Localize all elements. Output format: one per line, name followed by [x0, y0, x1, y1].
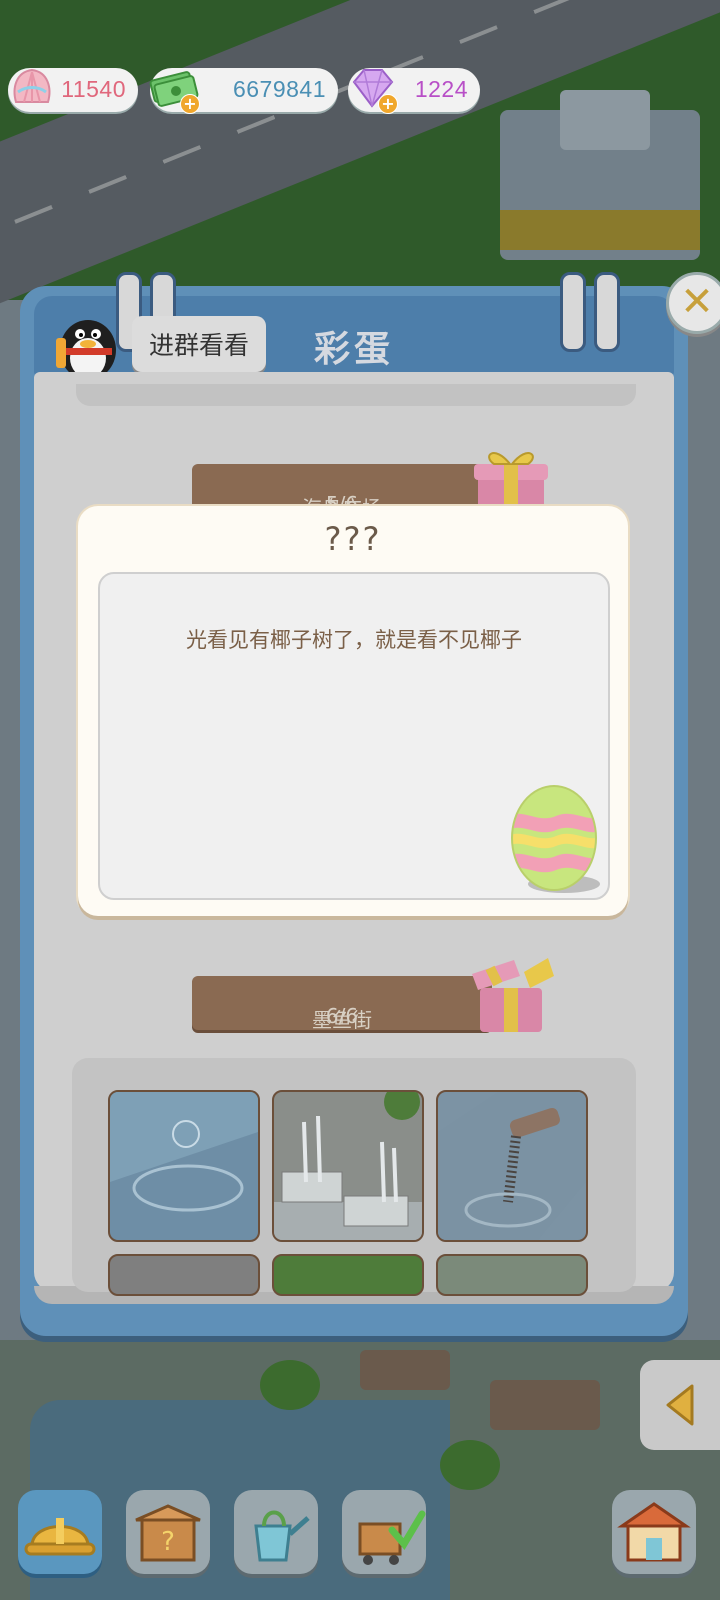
hint-text: 光看见有椰子树了，就是看不见椰子 [186, 628, 522, 652]
mystery-box-icon: ? [135, 1504, 201, 1562]
panel-header: 彩蛋 进群看看 [34, 272, 674, 380]
shell-icon [13, 68, 51, 103]
watering-can-icon [254, 1510, 310, 1562]
egg-thumbnail-pipe[interactable] [436, 1090, 588, 1242]
egg-thumbnail[interactable] [272, 1254, 424, 1296]
kiosk [360, 1350, 450, 1390]
join-group-label: 进群看看 [148, 331, 249, 360]
close-button[interactable]: ✕ [666, 272, 720, 334]
squid-street-egg-grid [72, 1058, 636, 1296]
add-gem-icon[interactable]: + [378, 94, 398, 114]
shell-amount: 11540 [61, 76, 126, 102]
gem-amount: 1224 [414, 76, 468, 102]
egg-hint-dialog[interactable]: ??? 光看见有椰子树了，就是看不见椰子 [78, 506, 628, 916]
dialog-content: 光看见有椰子树了，就是看不见椰子 [98, 572, 610, 900]
section-progress: 6/6 [325, 1004, 359, 1028]
egg-thumbnail-bubble[interactable] [108, 1090, 260, 1242]
svg-text:?: ? [161, 1527, 175, 1557]
gem-counter[interactable]: + 1224 [348, 68, 480, 114]
egg-thumbnail[interactable] [436, 1254, 588, 1296]
mystery-box-button[interactable]: ? [126, 1490, 210, 1574]
egg-thumbnail-fountain[interactable] [272, 1090, 424, 1242]
tree [260, 1360, 320, 1410]
helmet-icon [24, 1518, 96, 1556]
delivery-button[interactable] [342, 1490, 426, 1574]
close-icon: ✕ [680, 279, 714, 325]
fountain-planter-icon [274, 1092, 422, 1240]
shop-button[interactable] [612, 1490, 696, 1574]
arrow-left-icon [666, 1384, 694, 1426]
add-cash-icon[interactable]: + [180, 94, 200, 114]
watering-button[interactable] [234, 1490, 318, 1574]
building [500, 90, 700, 260]
side-expand-button[interactable] [640, 1360, 720, 1450]
tree [440, 1440, 500, 1490]
join-group-button[interactable]: 进群看看 [132, 316, 266, 372]
cafe-tables [490, 1380, 600, 1430]
delivery-cart-icon [358, 1510, 426, 1565]
drain-pipe-icon [438, 1092, 586, 1240]
opened-gift-box-icon[interactable] [464, 950, 560, 1038]
panel-title: 彩蛋 [313, 329, 394, 370]
easter-egg-icon [511, 785, 600, 893]
shop-icon [617, 1502, 691, 1562]
shell-counter[interactable]: 11540 [8, 68, 138, 112]
cash-amount: 6679841 [232, 76, 326, 102]
cash-counter[interactable]: + 6679841 [149, 68, 338, 114]
bubble-puddle-icon [110, 1092, 258, 1212]
build-button[interactable] [18, 1490, 102, 1574]
section-header-squid-street: 墨鱼街 6/6 [192, 976, 492, 1032]
egg-thumbnail[interactable] [108, 1254, 260, 1296]
dialog-title: ??? [324, 520, 382, 558]
